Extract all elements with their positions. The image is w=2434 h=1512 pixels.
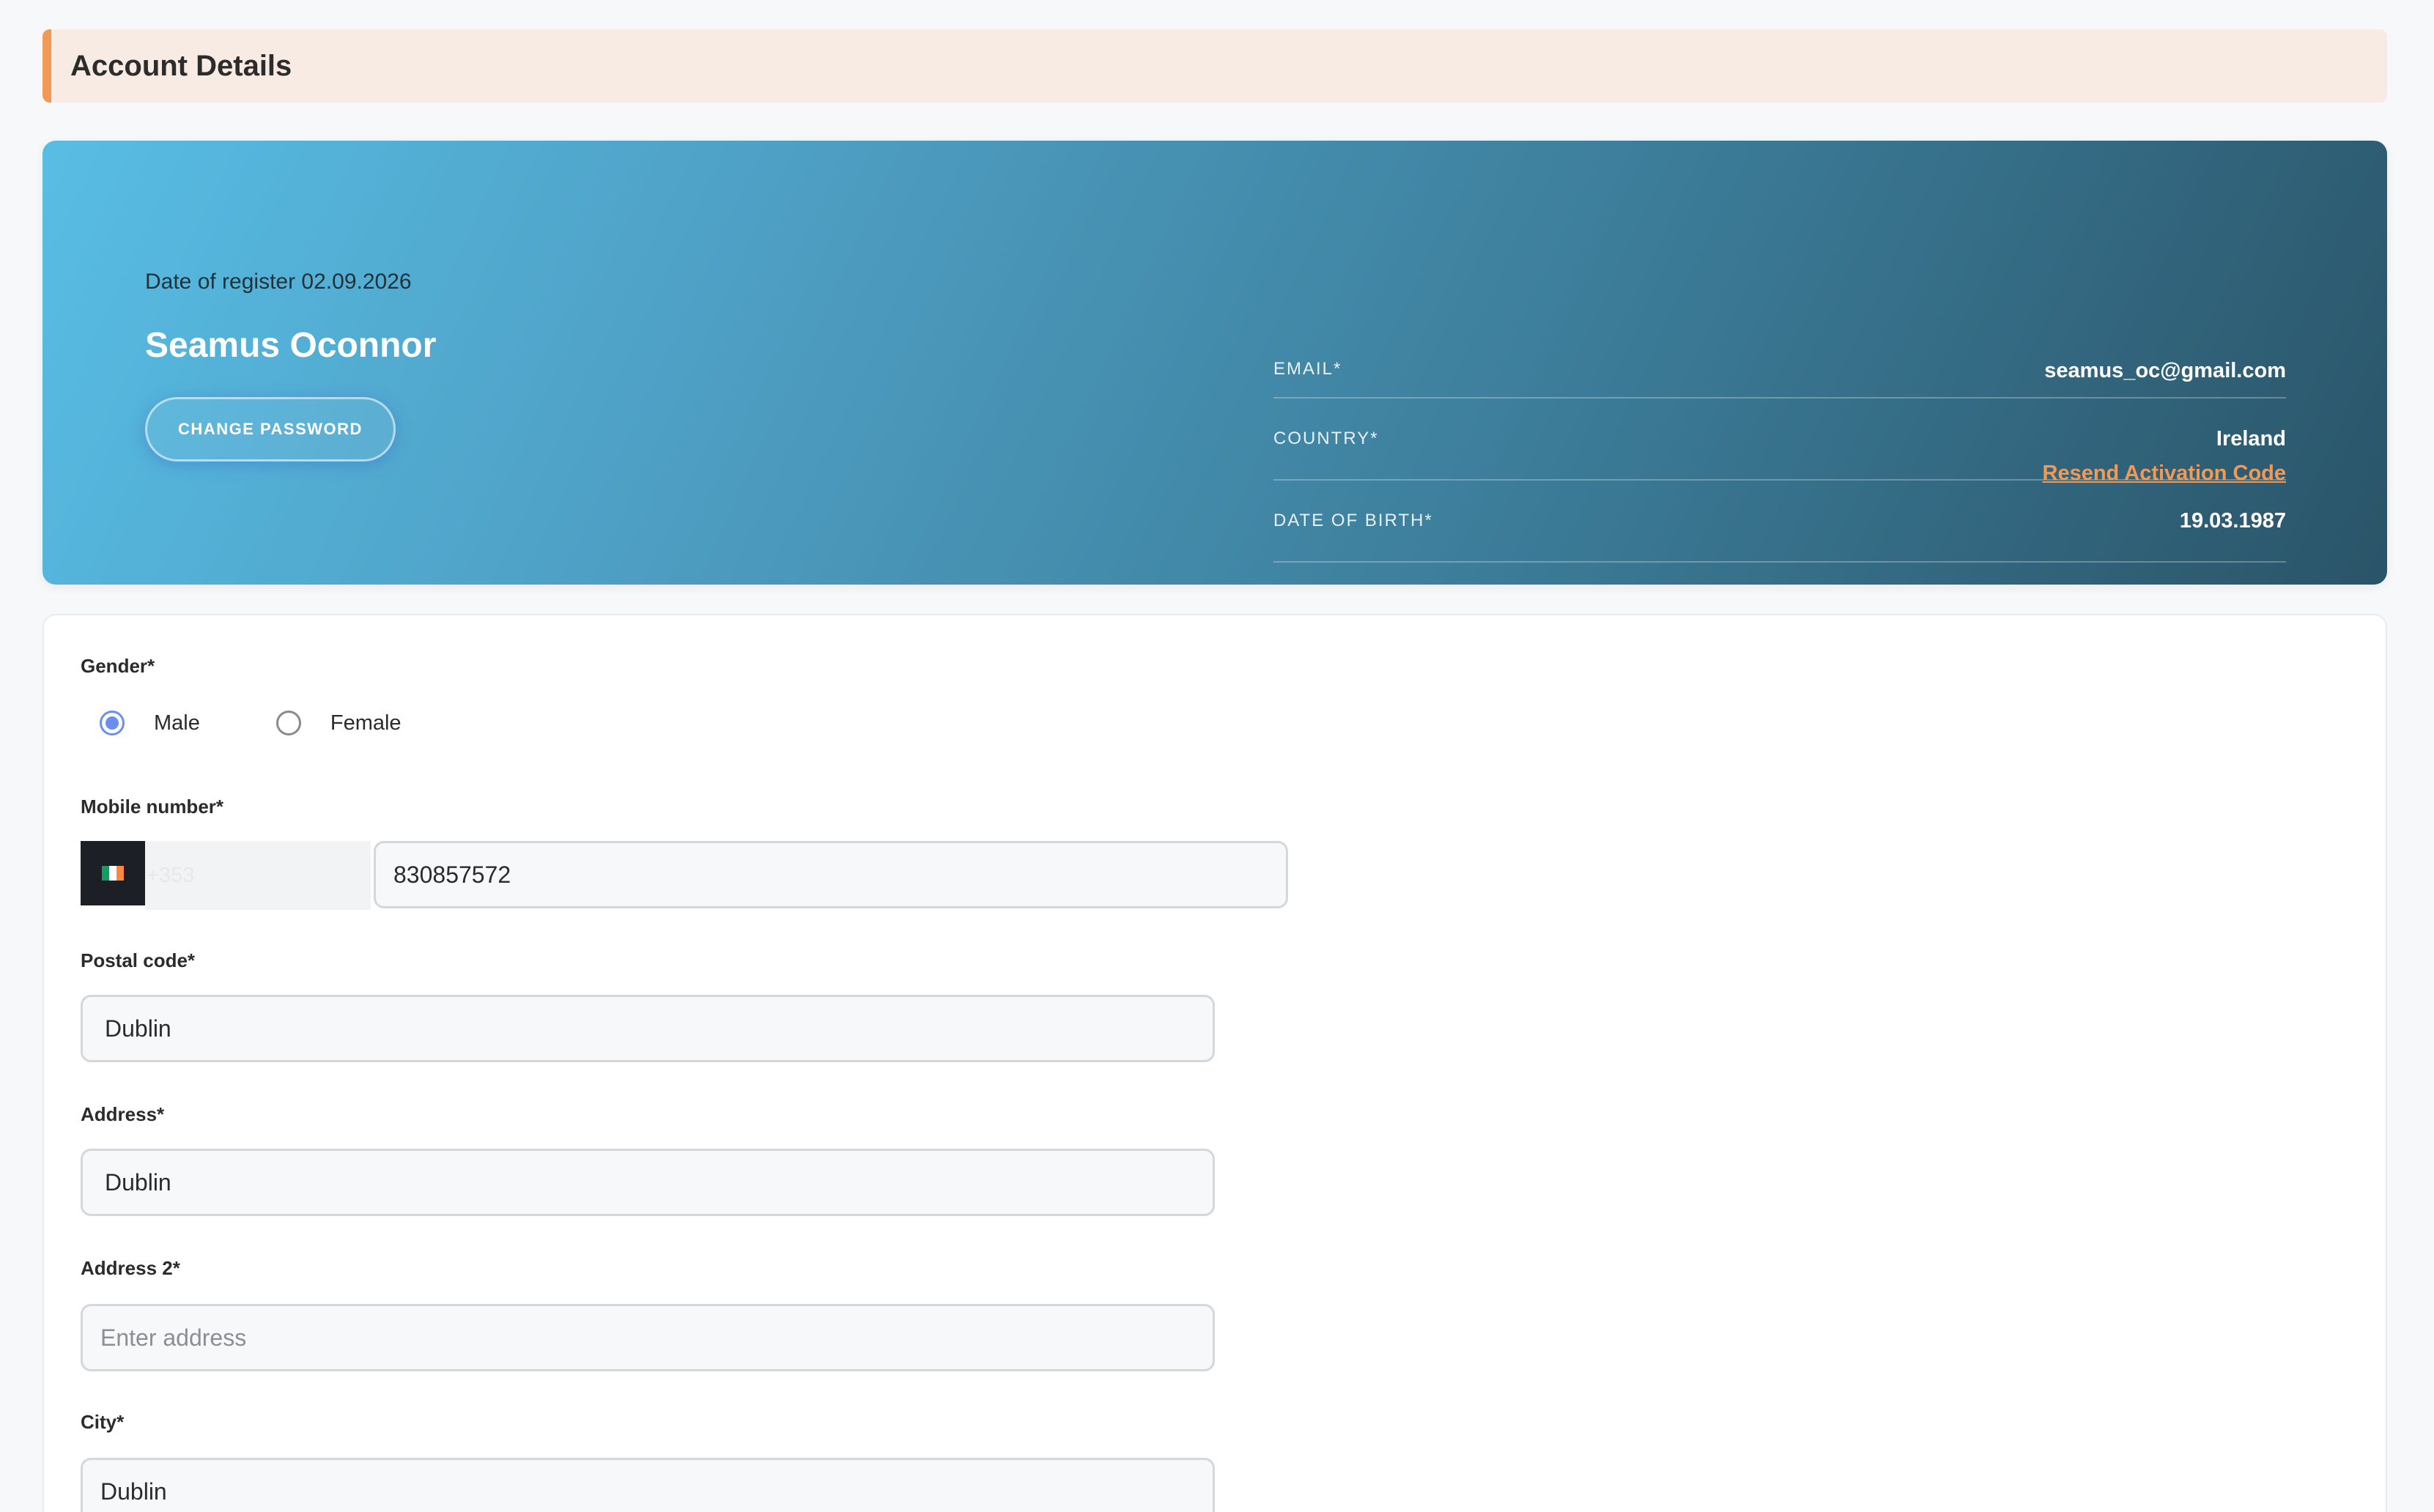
country-value: Ireland xyxy=(2216,426,2286,451)
page-title: Account Details xyxy=(70,49,292,82)
address-input[interactable]: Dublin xyxy=(81,1149,1215,1216)
city-label: City* xyxy=(81,1411,125,1433)
gender-option-male[interactable]: Male xyxy=(100,711,200,735)
mobile-number-input[interactable]: 830857572 xyxy=(374,841,1288,908)
dial-code: +353 xyxy=(145,841,371,910)
change-password-button[interactable]: CHANGE PASSWORD xyxy=(145,397,396,462)
address-label: Address* xyxy=(81,1103,165,1125)
email-label: EMAIL* xyxy=(1273,359,1342,379)
ireland-flag-icon xyxy=(102,866,124,881)
register-date: Date of register 02.09.2026 xyxy=(145,270,412,294)
resend-activation-link[interactable]: Resend Activation Code xyxy=(2043,462,2286,486)
address-2-label: Address 2* xyxy=(81,1257,180,1279)
info-row-date-of-birth: DATE OF BIRTH* 19.03.1987 xyxy=(1273,481,2286,563)
date-of-birth-value: 19.03.1987 xyxy=(2179,508,2286,533)
country-code-selector[interactable] xyxy=(81,841,145,905)
profile-card: Date of register 02.09.2026 Seamus Oconn… xyxy=(42,141,2387,585)
country-label: COUNTRY* xyxy=(1273,429,1379,448)
female-radio[interactable] xyxy=(275,711,301,735)
mobile-number-label: Mobile number* xyxy=(81,796,224,818)
male-label: Male xyxy=(154,711,200,735)
address-2-input[interactable]: Enter address xyxy=(81,1304,1215,1371)
account-form: Gender* Male Female Mobile number* +353 … xyxy=(42,614,2387,1512)
gender-label: Gender* xyxy=(81,655,155,677)
postal-code-input[interactable]: Dublin xyxy=(81,995,1215,1062)
page-header: Account Details xyxy=(42,29,2387,103)
male-radio[interactable] xyxy=(100,711,125,735)
account-info-list: EMAIL* seamus_oc@gmail.com COUNTRY* Irel… xyxy=(1273,331,2286,563)
postal-code-label: Postal code* xyxy=(81,949,196,971)
email-value: seamus_oc@gmail.com xyxy=(2044,359,2286,382)
gender-option-female[interactable]: Female xyxy=(275,711,402,735)
info-row-email: EMAIL* seamus_oc@gmail.com xyxy=(1273,331,2286,399)
gender-radio-group: Male Female xyxy=(100,711,478,735)
city-input[interactable]: Dublin xyxy=(81,1458,1215,1512)
female-label: Female xyxy=(330,711,402,735)
date-of-birth-label: DATE OF BIRTH* xyxy=(1273,511,1433,530)
user-name: Seamus Oconnor xyxy=(145,326,437,365)
mobile-number-field: +353 xyxy=(81,841,371,910)
